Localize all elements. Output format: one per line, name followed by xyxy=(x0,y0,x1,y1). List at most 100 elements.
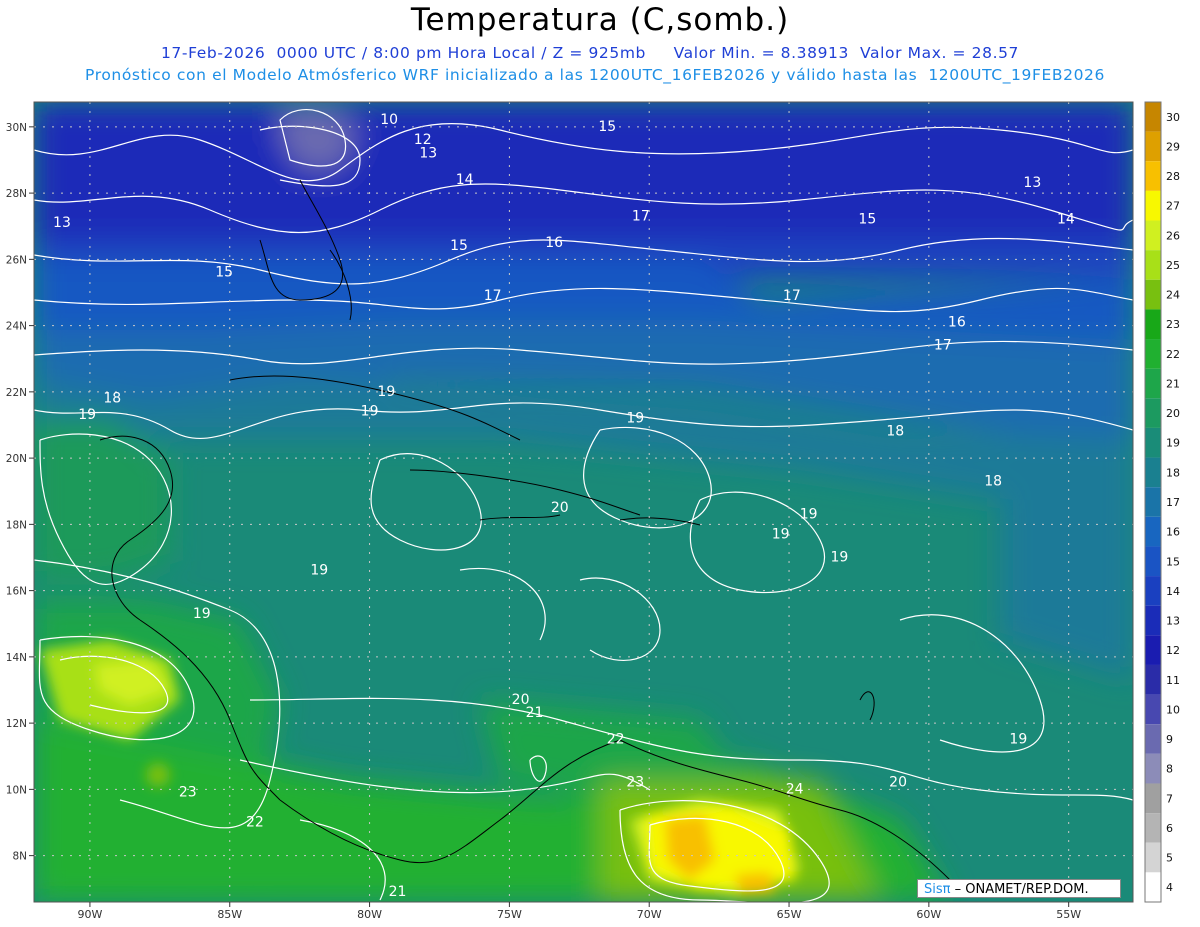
contour-label: 19 xyxy=(310,563,328,579)
contour-label: 18 xyxy=(886,424,904,440)
colorbar-label: 15 xyxy=(1166,555,1180,568)
colorbar-swatch xyxy=(1145,872,1161,902)
contour-label: 19 xyxy=(772,526,790,542)
contour-label: 18 xyxy=(103,390,121,406)
lat-tick-label: 28N xyxy=(6,188,27,200)
colorbar-label: 20 xyxy=(1166,407,1180,420)
lon-tick-label: 90W xyxy=(77,908,102,921)
contour-label: 15 xyxy=(598,119,616,135)
colorbar-swatch xyxy=(1145,102,1161,132)
colorbar-swatch xyxy=(1145,724,1161,754)
contour-label: 21 xyxy=(526,705,544,721)
colorbar-swatch xyxy=(1145,487,1161,517)
contour-label: 19 xyxy=(1009,732,1027,748)
colorbar-swatch xyxy=(1145,605,1161,636)
contour-label: 14 xyxy=(1057,212,1075,228)
colorbar-label: 26 xyxy=(1166,229,1180,242)
colorbar-label: 9 xyxy=(1166,733,1173,746)
colorbar-label: 4 xyxy=(1166,881,1173,894)
lon-tick-label: 55W xyxy=(1056,908,1081,921)
colorbar-swatch xyxy=(1145,753,1161,784)
colorbar-swatch xyxy=(1145,635,1161,665)
colorbar-swatch xyxy=(1145,813,1161,843)
contour-label: 19 xyxy=(361,404,379,420)
contour-label: 20 xyxy=(889,775,907,791)
lat-tick-label: 30N xyxy=(6,122,27,134)
colorbar-label: 6 xyxy=(1166,822,1173,835)
temperature-map: 10 12 13 14 15 13 15 15 16 17 17 15 13 14 17 16 17 18 19 19… xyxy=(6,101,1180,921)
colorbar-label: 13 xyxy=(1166,615,1180,628)
colorbar-label: 28 xyxy=(1166,170,1180,183)
contour-label: 22 xyxy=(607,732,625,748)
colorbar-swatch xyxy=(1145,279,1161,310)
colorbar-swatch xyxy=(1145,546,1161,577)
contour-label: 17 xyxy=(484,288,502,304)
lat-tick-label: 24N xyxy=(6,321,27,333)
lat-tick-label: 14N xyxy=(6,652,27,664)
lat-tick-label: 18N xyxy=(6,519,27,531)
contour-label: 18 xyxy=(984,473,1002,489)
colorbar-swatch xyxy=(1145,190,1161,221)
colorbar-swatch xyxy=(1145,664,1161,695)
lon-tick-label: 80W xyxy=(357,908,382,921)
colorbar-swatch xyxy=(1145,161,1161,191)
contour-label: 13 xyxy=(1023,175,1041,191)
colorbar-swatch xyxy=(1145,576,1161,606)
contour-label: 19 xyxy=(78,407,96,423)
colorbar-label: 29 xyxy=(1166,140,1180,153)
contour-label: 13 xyxy=(53,215,71,231)
contour-label: 19 xyxy=(193,606,211,622)
contour-label: 16 xyxy=(545,235,563,251)
colorbar-label: 19 xyxy=(1166,437,1180,450)
credit-text: – ONAMET/REP.DOM. xyxy=(954,882,1089,897)
colorbar-swatch xyxy=(1145,250,1161,280)
colorbar-label: 7 xyxy=(1166,792,1173,805)
contour-label: 23 xyxy=(626,775,644,791)
contour-label: 19 xyxy=(800,506,818,522)
colorbar-swatch xyxy=(1145,457,1161,488)
colorbar-swatch xyxy=(1145,516,1161,547)
contour-label: 15 xyxy=(858,212,876,228)
lon-tick-label: 75W xyxy=(497,908,522,921)
colorbar-label: 16 xyxy=(1166,526,1180,539)
lon-tick-label: 85W xyxy=(217,908,242,921)
contour-label: 15 xyxy=(450,238,468,254)
contour-label: 23 xyxy=(179,785,197,801)
contour-label: 15 xyxy=(215,265,233,281)
colorbar-label: 8 xyxy=(1166,763,1173,776)
colorbar-swatch xyxy=(1145,694,1161,725)
colorbar-swatch xyxy=(1145,783,1161,814)
colorbar-label: 5 xyxy=(1166,852,1173,865)
sispi-logo: Sisπ xyxy=(924,882,951,897)
contour-label: 19 xyxy=(830,549,848,565)
contour-label: 24 xyxy=(786,781,804,797)
colorbar-label: 25 xyxy=(1166,259,1180,272)
lat-tick-label: 20N xyxy=(6,453,27,465)
contour-label: 17 xyxy=(632,208,650,224)
lat-tick-label: 12N xyxy=(6,718,27,730)
colorbar-label: 14 xyxy=(1166,585,1180,598)
colorbar-swatch xyxy=(1145,842,1161,873)
colorbar-swatch xyxy=(1145,427,1161,458)
colorbar-swatch xyxy=(1145,368,1161,399)
shaded-field: 1012131415131515 161717 151314171617181919… xyxy=(34,102,1133,902)
colorbar-label: 30 xyxy=(1166,111,1180,124)
colorbar-label: 22 xyxy=(1166,348,1180,361)
contour-label: 19 xyxy=(626,410,644,426)
contour-label: 20 xyxy=(551,500,569,516)
colorbar-swatch xyxy=(1145,339,1161,369)
contour-label: 14 xyxy=(456,172,474,188)
contour-label: 17 xyxy=(783,288,801,304)
colorbar-label: 24 xyxy=(1166,289,1180,302)
contour-label: 22 xyxy=(246,814,264,830)
lat-tick-label: 26N xyxy=(6,254,27,266)
contour-label: 21 xyxy=(389,884,407,900)
colorbar-swatch xyxy=(1145,220,1161,251)
colorbar-swatch xyxy=(1145,398,1161,428)
colorbar-label: 17 xyxy=(1166,496,1180,509)
lat-tick-label: 8N xyxy=(12,851,27,863)
lon-tick-label: 65W xyxy=(777,908,802,921)
lon-tick-label: 70W xyxy=(637,908,662,921)
contour-label: 19 xyxy=(377,384,395,400)
contour-label: 16 xyxy=(948,314,966,330)
